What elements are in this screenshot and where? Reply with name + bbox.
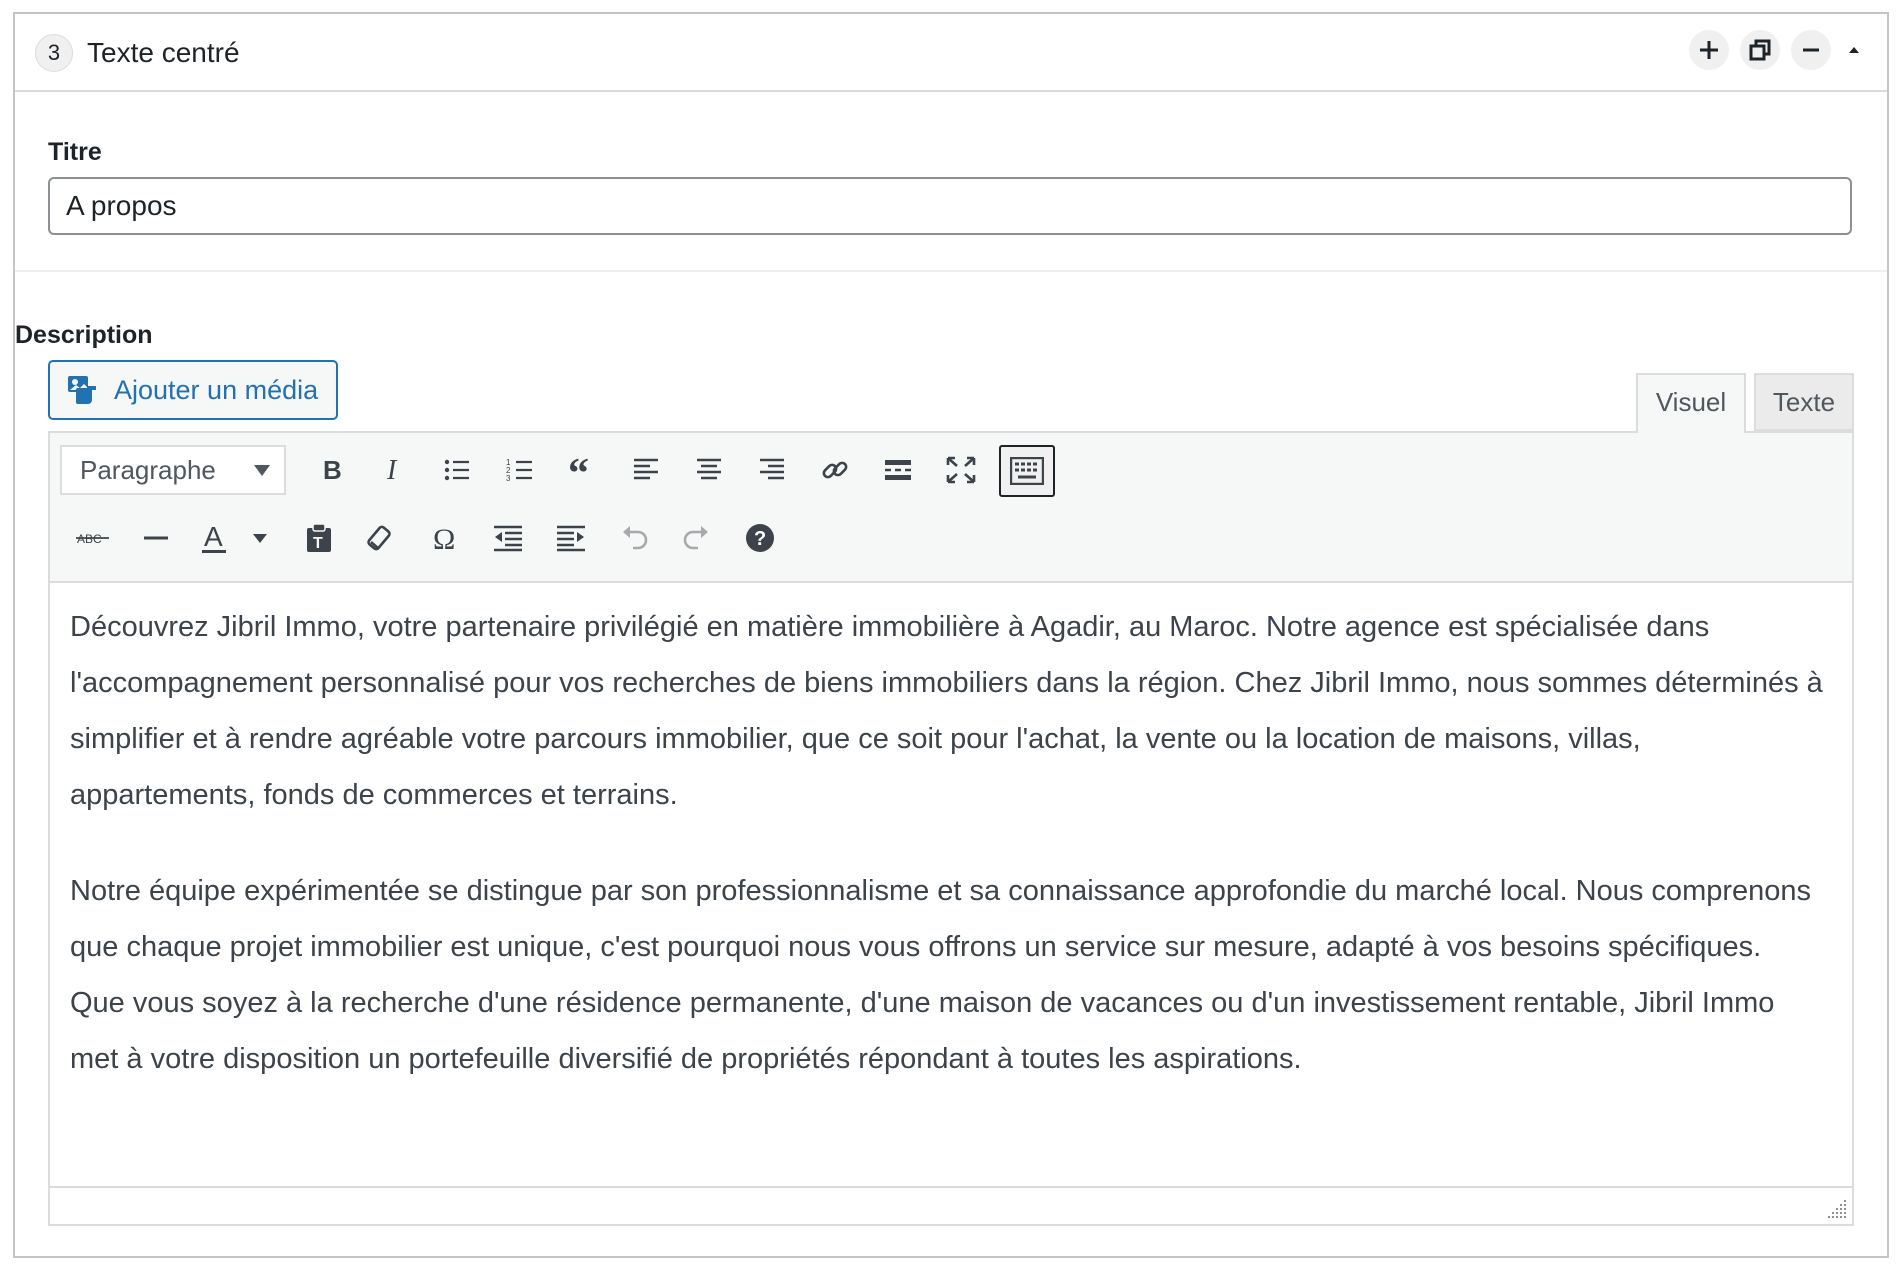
bold-button[interactable]: B (308, 447, 354, 493)
widget-panel: 3 Texte centré Titre Description (13, 12, 1889, 1258)
fullscreen-icon (946, 456, 976, 484)
svg-text:T: T (313, 535, 323, 552)
remove-widget-button[interactable] (1791, 30, 1831, 70)
add-media-button[interactable]: Ajouter un média (48, 360, 338, 420)
editor-statusbar (50, 1186, 1852, 1224)
blockquote-button[interactable]: “ (560, 447, 606, 493)
align-center-icon (697, 458, 721, 480)
special-character-icon: Ω (433, 524, 455, 552)
outdent-icon (494, 525, 522, 552)
align-right-button[interactable] (749, 447, 795, 493)
horizontal-line-button[interactable] (133, 515, 179, 561)
horizontal-line-icon (144, 536, 168, 540)
align-left-icon (634, 458, 658, 480)
svg-text:A: A (204, 522, 223, 552)
plus-icon (1700, 41, 1718, 59)
svg-text:B: B (323, 457, 342, 483)
text-color-icon: A (202, 522, 226, 553)
strikethrough-button[interactable]: ABC (70, 515, 116, 561)
collapse-arrow-icon[interactable] (1842, 38, 1866, 62)
paragraph: Découvrez Jibril Immo, votre partenaire … (70, 611, 1823, 811)
help-button[interactable]: ? (737, 515, 783, 561)
format-select[interactable]: Paragraphe (60, 445, 286, 495)
clear-formatting-button[interactable] (359, 515, 405, 561)
numbered-list-icon: 1 2 3 (506, 458, 532, 483)
add-widget-button[interactable] (1689, 30, 1729, 70)
redo-button[interactable] (674, 515, 720, 561)
special-character-button[interactable]: Ω (422, 515, 468, 561)
read-more-icon (885, 460, 911, 480)
svg-text:Ω: Ω (433, 524, 455, 552)
italic-button[interactable]: I (371, 447, 417, 493)
bullet-list-icon (444, 459, 469, 481)
bold-icon: B (323, 457, 342, 483)
strikethrough-icon: ABC (76, 532, 109, 546)
link-icon (822, 461, 848, 479)
align-right-icon (760, 458, 784, 480)
redo-icon (683, 526, 708, 550)
section-divider (15, 270, 1887, 272)
clear-formatting-icon (367, 525, 391, 551)
fullscreen-button[interactable] (938, 447, 984, 493)
add-media-label: Ajouter un média (114, 374, 319, 405)
toolbar-toggle-button[interactable] (999, 445, 1055, 497)
read-more-button[interactable] (875, 447, 921, 493)
numbered-list-button[interactable]: 1 2 3 (497, 447, 543, 493)
resize-handle-icon[interactable] (1826, 1198, 1848, 1220)
align-left-button[interactable] (623, 447, 669, 493)
minus-icon (1803, 48, 1819, 52)
widget-header[interactable]: 3 Texte centré (15, 14, 1887, 92)
svg-text:3: 3 (506, 474, 511, 483)
chevron-down-icon (253, 534, 267, 543)
bullet-list-button[interactable] (434, 447, 480, 493)
description-editor: Paragraphe B I 1 2 3 “ ABC A T Ω ? Décou… (48, 431, 1854, 1226)
add-media-icon (68, 376, 96, 404)
svg-text:I: I (386, 457, 398, 483)
widget-title: Texte centré (87, 37, 240, 68)
chevron-down-icon (254, 465, 270, 476)
titre-input[interactable] (48, 177, 1852, 235)
blockquote-icon: “ (568, 457, 589, 483)
indent-icon (557, 525, 585, 552)
text-color-button[interactable]: A (193, 515, 253, 561)
paste-text-button[interactable]: T (296, 515, 342, 561)
duplicate-widget-button[interactable] (1740, 30, 1780, 70)
italic-icon: I (386, 457, 398, 483)
format-select-value: Paragraphe (80, 455, 216, 485)
undo-button[interactable] (611, 515, 657, 561)
description-label: Description (15, 321, 153, 349)
outdent-button[interactable] (485, 515, 531, 561)
help-icon: ? (746, 524, 774, 552)
paragraph: Notre équipe expérimentée se distingue p… (70, 875, 1812, 1075)
text-color-dropdown[interactable] (248, 515, 272, 561)
paste-text-icon: T (307, 523, 331, 552)
titre-label: Titre (48, 138, 102, 166)
undo-icon (623, 526, 648, 550)
editor-content[interactable]: Découvrez Jibril Immo, votre partenaire … (70, 599, 1824, 1127)
tab-visual[interactable]: Visuel (1636, 373, 1746, 433)
link-button[interactable] (812, 447, 858, 493)
align-center-button[interactable] (686, 447, 732, 493)
duplicate-icon (1749, 39, 1771, 61)
tab-text[interactable]: Texte (1754, 373, 1854, 431)
indent-button[interactable] (548, 515, 594, 561)
svg-text:“: “ (568, 457, 589, 483)
editor-toolbar: Paragraphe B I 1 2 3 “ ABC A T Ω ? (50, 433, 1852, 583)
svg-text:?: ? (754, 528, 766, 550)
svg-text:ABC: ABC (77, 532, 102, 546)
toolbar-toggle-icon (1010, 457, 1044, 485)
widget-number-badge: 3 (35, 34, 73, 72)
